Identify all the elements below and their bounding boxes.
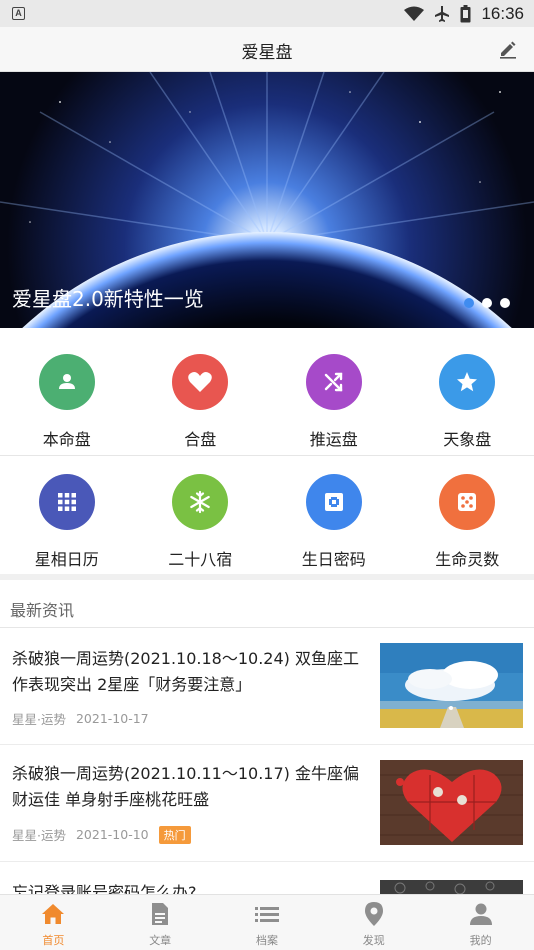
news-date: 2021-10-17 (75, 711, 149, 726)
menu-icon-circle (38, 474, 95, 530)
hot-badge: 热门 (158, 825, 191, 844)
carousel-dot[interactable] (500, 298, 510, 308)
menu-item-synastry[interactable]: 合盘 (134, 336, 268, 455)
menu-item-label: 生日密码 (301, 550, 366, 569)
section-divider (0, 574, 534, 580)
battery-icon (460, 4, 471, 22)
bottom-tab-bar: 首页 文章 档案 发现 我的 (0, 894, 534, 950)
news-date: 2021-10-10 (75, 827, 149, 842)
menu-icon-circle (172, 474, 229, 530)
feature-grid: 本命盘 合盘 推运盘 天象盘 星相日历 二十八宿 生日密码 生命灵数 (0, 336, 534, 576)
tab-me[interactable]: 我的 (427, 895, 534, 950)
tab-articles[interactable]: 文章 (107, 895, 214, 950)
page-title: 爱星盘 (241, 43, 293, 63)
news-list-item[interactable]: 杀破狼一周运势(2021.10.18～10.24) 双鱼座工作表现突出 2星座「… (0, 628, 534, 744)
tab-archive[interactable]: 档案 (214, 895, 321, 950)
banner-carousel[interactable]: 爱星盘2.0新特性一览 (0, 72, 534, 328)
news-section-title: 最新资讯 (10, 601, 75, 620)
menu-item-sky-chart[interactable]: 天象盘 (401, 336, 534, 455)
heart-icon (188, 372, 213, 392)
star-icon (457, 372, 478, 392)
grid-icon (57, 493, 76, 511)
menu-item-astro-calendar[interactable]: 星相日历 (0, 456, 134, 576)
menu-icon-circle (305, 474, 362, 530)
frame-icon (324, 493, 343, 511)
menu-item-label: 生命灵数 (435, 550, 500, 569)
news-list-item[interactable]: 杀破狼一周运势(2021.10.11～10.17) 金牛座偏财运佳 单身射手座桃… (0, 745, 534, 861)
clock: 16:36 (481, 3, 524, 23)
article-icon (152, 903, 169, 925)
news-list-item[interactable]: 忘记登录账号密码怎么办? (0, 862, 534, 894)
tab-label: 首页 (42, 934, 65, 947)
person-icon (58, 374, 75, 389)
menu-item-28-mansions[interactable]: 二十八宿 (134, 456, 268, 576)
news-thumbnail-sky-clouds (380, 643, 523, 728)
list-icon (254, 907, 279, 922)
menu-item-birthday-code[interactable]: 生日密码 (267, 456, 401, 576)
menu-icon-circle (172, 354, 229, 410)
tab-label: 文章 (149, 934, 172, 947)
menu-icon-circle (305, 354, 362, 410)
shuffle-icon (324, 372, 342, 392)
news-meta: 星星·运势 2021-10-17 (12, 709, 149, 728)
tab-label: 档案 (255, 934, 278, 947)
menu-item-label: 星相日历 (34, 550, 99, 569)
location-pin-icon (364, 902, 383, 926)
menu-item-natal-chart[interactable]: 本命盘 (0, 336, 134, 455)
carousel-dot[interactable] (482, 298, 492, 308)
edit-pencil-icon[interactable] (498, 39, 518, 59)
tab-label: 发现 (362, 934, 385, 947)
menu-item-progression[interactable]: 推运盘 (267, 336, 401, 455)
menu-item-label: 天象盘 (443, 430, 492, 449)
menu-item-label: 本命盘 (42, 430, 91, 449)
dice-icon (458, 493, 477, 511)
news-title: 杀破狼一周运势(2021.10.18～10.24) 双鱼座工作表现突出 2星座「… (12, 649, 359, 694)
tab-label: 我的 (469, 934, 492, 947)
tab-discover[interactable]: 发现 (320, 895, 427, 950)
home-icon (42, 904, 65, 924)
carousel-dot[interactable] (464, 298, 474, 308)
app-header: 爱星盘 (0, 27, 534, 72)
news-title: 杀破狼一周运势(2021.10.11～10.17) 金牛座偏财运佳 单身射手座桃… (12, 764, 359, 809)
news-source: 星星·运势 (12, 828, 66, 843)
banner-title: 爱星盘2.0新特性一览 (12, 287, 204, 311)
news-title: 忘记登录账号密码怎么办? (12, 883, 197, 894)
tab-home[interactable]: 首页 (0, 895, 107, 950)
news-meta: 星星·运势 2021-10-10 热门 (12, 825, 191, 844)
notification-a-icon: A (12, 7, 25, 20)
news-thumbnail (380, 880, 523, 894)
menu-item-label: 合盘 (184, 430, 217, 449)
carousel-indicator (464, 298, 510, 308)
menu-item-life-number[interactable]: 生命灵数 (401, 456, 534, 576)
wifi-icon (404, 6, 425, 21)
menu-icon-circle (439, 474, 496, 530)
news-thumbnail-puzzle-heart (380, 760, 523, 845)
menu-icon-circle (38, 354, 95, 410)
menu-item-label: 推运盘 (309, 430, 358, 449)
menu-item-label: 二十八宿 (168, 550, 233, 569)
status-bar: A 16:36 (0, 0, 534, 27)
news-source: 星星·运势 (12, 712, 66, 727)
snowflake-icon (190, 490, 211, 514)
airplane-icon (435, 5, 450, 22)
menu-icon-circle (439, 354, 496, 410)
user-icon (469, 903, 492, 925)
